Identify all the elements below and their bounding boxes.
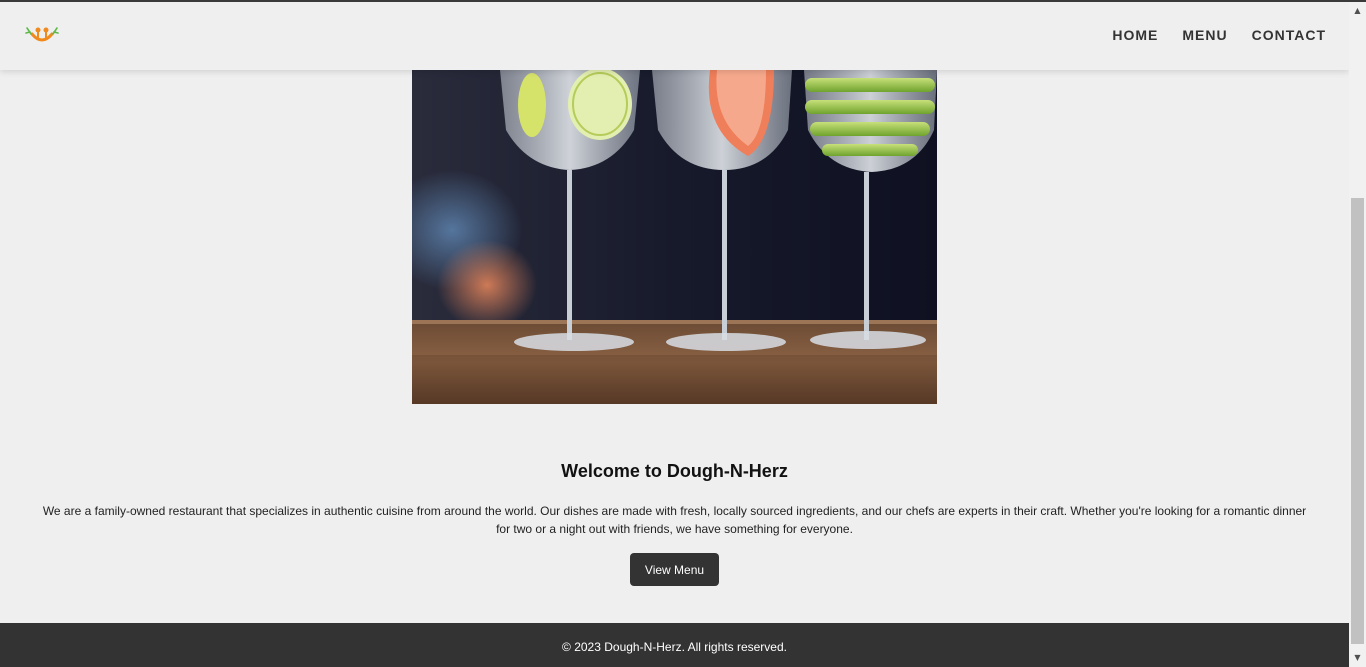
nav-contact-link[interactable]: CONTACT [1252, 27, 1326, 43]
welcome-title: Welcome to Dough-N-Herz [561, 461, 788, 481]
scrollbar-thumb[interactable] [1351, 198, 1364, 644]
restaurant-logo-icon[interactable] [24, 22, 60, 48]
page: HOME MENU CONTACT Welcome to Dough-N-Her… [0, 0, 1366, 667]
window-top-border [0, 0, 1366, 2]
vertical-scrollbar[interactable]: ▲ ▼ [1349, 2, 1366, 667]
nav-home-link[interactable]: HOME [1112, 27, 1158, 43]
scroll-down-arrow-icon[interactable]: ▼ [1349, 651, 1366, 665]
view-menu-button[interactable]: View Menu [630, 553, 719, 586]
main-nav: HOME MENU CONTACT [1112, 27, 1326, 43]
scroll-up-arrow-icon[interactable]: ▲ [1349, 4, 1366, 18]
footer: © 2023 Dough-N-Herz. All rights reserved… [0, 623, 1349, 667]
nav-menu-link[interactable]: MENU [1182, 27, 1227, 43]
navbar: HOME MENU CONTACT [0, 2, 1349, 70]
hero-cocktail-image [412, 70, 937, 404]
welcome-description: We are a family-owned restaurant that sp… [42, 504, 1307, 536]
footer-copyright: © 2023 Dough-N-Herz. All rights reserved… [562, 640, 787, 654]
